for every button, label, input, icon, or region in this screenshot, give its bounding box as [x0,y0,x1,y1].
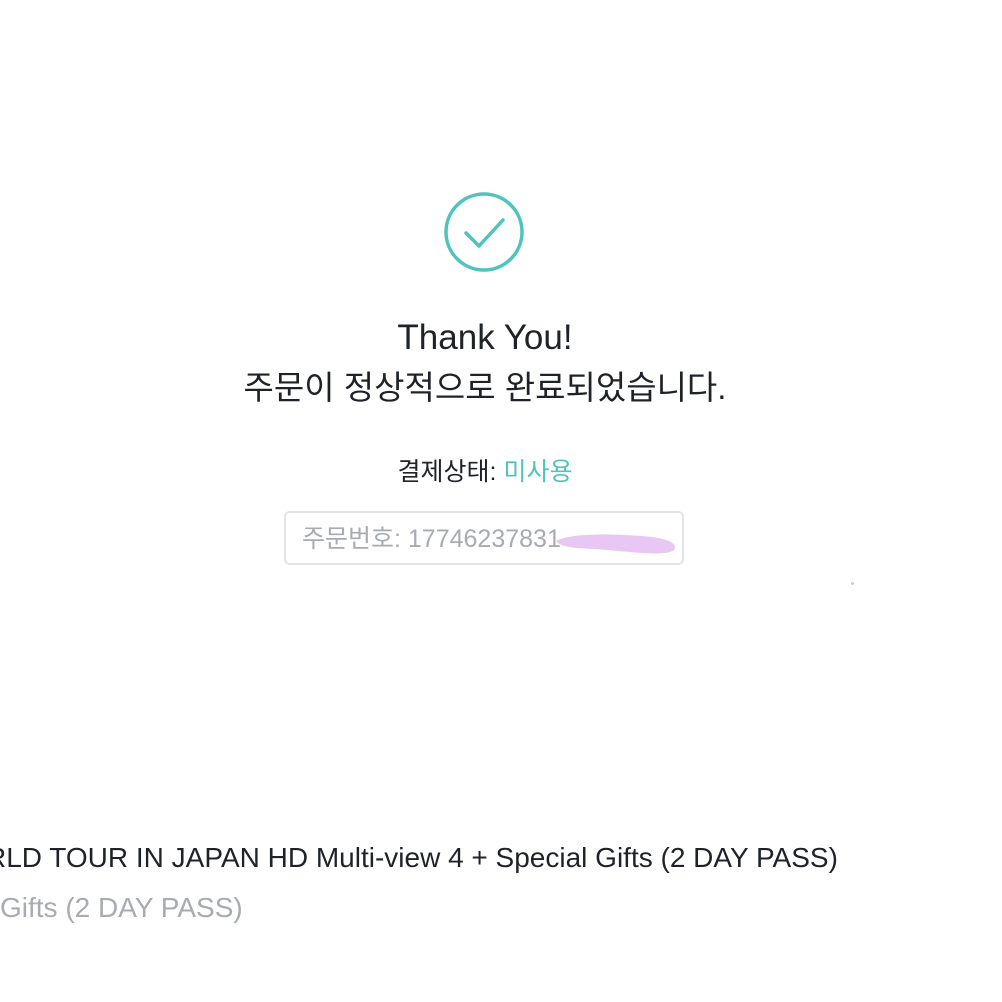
order-number-box: 주문번호: 17746237831 [284,511,684,565]
payment-status-label: 결제상태: [397,458,497,486]
order-number-text: 주문번호: 17746237831 [302,524,561,554]
order-complete-page: Thank You! 주문이 정상적으로 완료되었습니다. 결제상태: 미사용 … [0,0,1002,1002]
order-number-value: 17746237831 [407,525,561,553]
redaction-mark [556,534,675,554]
product-option: l Gifts (2 DAY PASS) [0,892,243,923]
order-number-label: 주문번호: [302,525,401,553]
thank-you-title: Thank You! [397,318,573,357]
check-circle-icon [444,192,524,272]
decorative-dot [851,582,854,585]
product-name: RLD TOUR IN JAPAN HD Multi-view 4 + Spec… [0,842,838,873]
order-complete-message: 주문이 정상적으로 완료되었습니다. [243,369,727,406]
payment-status-value: 미사용 [503,458,573,486]
payment-status: 결제상태: 미사용 [0,456,970,488]
